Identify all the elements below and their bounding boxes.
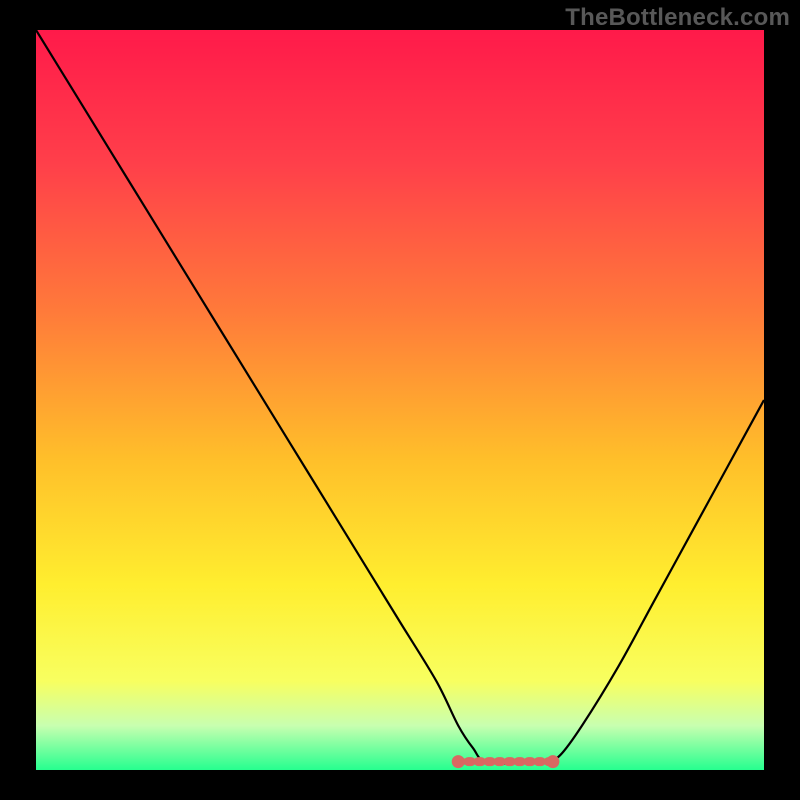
watermark-text: TheBottleneck.com — [565, 4, 790, 32]
plot-svg — [36, 30, 764, 770]
chart-frame: TheBottleneck.com — [0, 0, 800, 800]
plot-area — [36, 30, 764, 770]
gradient-background — [36, 30, 764, 770]
